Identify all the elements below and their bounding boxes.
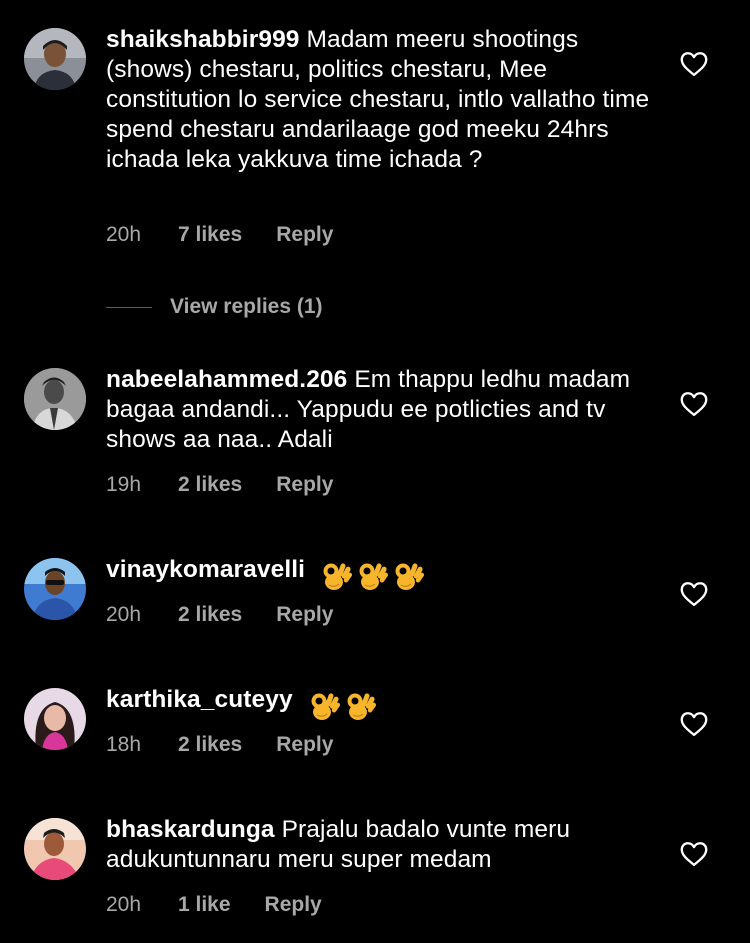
username[interactable]: karthika_cuteyy xyxy=(106,686,293,713)
heart-outline-icon[interactable] xyxy=(680,711,708,737)
view-replies-label[interactable]: View replies (1) xyxy=(170,295,323,318)
avatar[interactable] xyxy=(24,28,86,90)
comment-time: 18h xyxy=(106,733,142,756)
heart-outline-icon[interactable] xyxy=(680,581,708,607)
username[interactable]: vinaykomaravelli xyxy=(106,556,305,583)
reply-button[interactable]: Reply xyxy=(276,600,333,630)
comment-time: 19h xyxy=(106,473,142,496)
ok-hand-icon xyxy=(392,560,424,592)
reply-button[interactable]: Reply xyxy=(265,890,322,920)
comment-time: 20h xyxy=(106,603,142,626)
username[interactable]: bhaskardunga xyxy=(106,816,275,843)
likes-count[interactable]: 1 like xyxy=(178,890,231,920)
ok-hand-emoji-group xyxy=(308,690,380,722)
reply-button[interactable]: Reply xyxy=(276,470,333,500)
replies-divider xyxy=(106,306,152,308)
view-replies-button[interactable]: View replies (1) xyxy=(106,292,323,322)
comment-time: 20h xyxy=(106,223,142,246)
heart-outline-icon[interactable] xyxy=(680,841,708,867)
reply-button[interactable]: Reply xyxy=(276,730,333,760)
likes-count[interactable]: 2 likes xyxy=(178,730,242,760)
likes-count[interactable]: 2 likes xyxy=(178,600,242,630)
ok-hand-icon xyxy=(308,690,340,722)
avatar[interactable] xyxy=(24,558,86,620)
ok-hand-icon xyxy=(344,690,376,722)
ok-hand-icon xyxy=(320,560,352,592)
avatar[interactable] xyxy=(24,818,86,880)
comment-time: 20h xyxy=(106,893,142,916)
heart-outline-icon[interactable] xyxy=(680,51,708,77)
username[interactable]: nabeelahammed.206 xyxy=(106,366,347,393)
avatar[interactable] xyxy=(24,688,86,750)
likes-count[interactable]: 7 likes xyxy=(178,220,242,250)
avatar[interactable] xyxy=(24,368,86,430)
reply-button[interactable]: Reply xyxy=(276,220,333,250)
heart-outline-icon[interactable] xyxy=(680,391,708,417)
likes-count[interactable]: 2 likes xyxy=(178,470,242,500)
ok-hand-icon xyxy=(356,560,388,592)
username[interactable]: shaikshabbir999 xyxy=(106,26,300,53)
ok-hand-emoji-group xyxy=(320,560,428,592)
